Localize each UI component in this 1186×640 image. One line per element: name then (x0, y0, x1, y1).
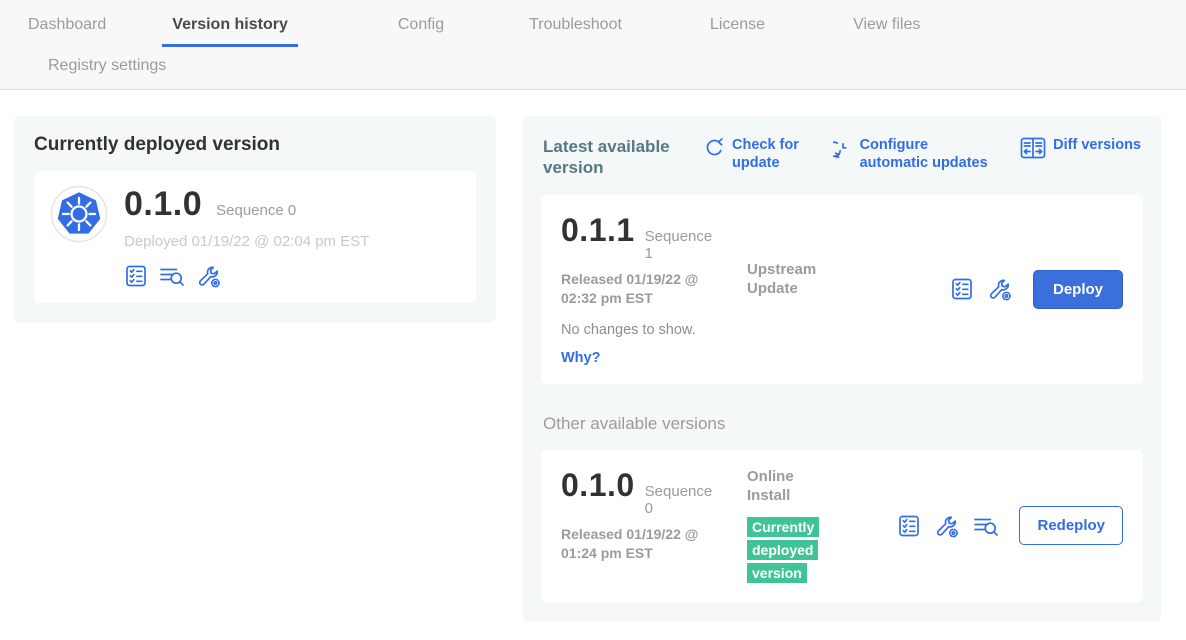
other-version-number: 0.1.0 (561, 467, 635, 504)
diff-icon (1020, 136, 1046, 164)
other-card-actions: Redeploy (897, 506, 1123, 545)
nav-row-1: Dashboard Version history Config Trouble… (0, 16, 1186, 47)
latest-version-number: 0.1.1 (561, 212, 635, 249)
upstream-update-label: Upstream Update (747, 260, 831, 299)
redeploy-button[interactable]: Redeploy (1019, 506, 1123, 545)
latest-version-card: 0.1.1 Sequence 1 Released 01/19/22 @ 02:… (541, 195, 1143, 384)
refresh-icon (705, 136, 725, 162)
online-install-label: Online Install (747, 467, 805, 506)
kubernetes-app-icon (50, 185, 108, 243)
latest-available-title: Latest available version (543, 136, 689, 179)
deployed-version-info: 0.1.0 Sequence 0 Deployed 01/19/22 @ 02:… (124, 185, 369, 289)
deploy-button[interactable]: Deploy (1033, 270, 1123, 309)
auto-update-clock-icon (833, 136, 853, 164)
preflight-checks-icon[interactable] (950, 277, 974, 301)
other-version-source: Online Install Currently deployed versio… (747, 467, 881, 585)
latest-released-timestamp: Released 01/19/22 @ 02:32 pm EST (561, 270, 733, 308)
deployed-version-card: 0.1.0 Sequence 0 Deployed 01/19/22 @ 02:… (34, 171, 476, 303)
config-icon[interactable] (934, 513, 960, 539)
tab-license[interactable]: License (710, 16, 765, 47)
tab-registry-settings[interactable]: Registry settings (48, 57, 1186, 89)
other-released-timestamp: Released 01/19/22 @ 01:24 pm EST (561, 525, 733, 563)
deploy-logs-icon[interactable] (973, 514, 999, 538)
check-for-update-label: Check for update (732, 136, 804, 172)
deploy-logs-icon[interactable] (159, 264, 185, 288)
preflight-checks-icon[interactable] (897, 514, 921, 538)
other-version-info: 0.1.0 Sequence 0 Released 01/19/22 @ 01:… (561, 467, 747, 563)
header-actions: Check for update Configure automatic upd… (689, 136, 1141, 172)
diff-versions-label: Diff versions (1053, 136, 1141, 154)
currently-deployed-panel: Currently deployed version (14, 116, 496, 323)
other-versions-title: Other available versions (541, 414, 1143, 434)
currently-deployed-badge-wrap: Currently deployed version (747, 516, 829, 585)
deployed-sequence-label: Sequence 0 (216, 202, 296, 219)
no-changes-text: No changes to show. (561, 322, 747, 338)
other-sequence-label: Sequence 0 (645, 483, 715, 518)
main-content: Currently deployed version (0, 90, 1186, 622)
available-versions-panel: Latest available version Check for updat… (523, 116, 1161, 622)
nav-row-2: Registry settings (0, 57, 1186, 89)
latest-version-header: Latest available version Check for updat… (541, 134, 1143, 179)
tab-config[interactable]: Config (398, 16, 444, 47)
deployed-version-number: 0.1.0 (124, 185, 202, 224)
config-icon[interactable] (987, 276, 1013, 302)
latest-sequence-label: Sequence 1 (645, 228, 715, 263)
tab-troubleshoot[interactable]: Troubleshoot (529, 16, 622, 47)
latest-card-actions: Deploy (950, 270, 1123, 309)
diff-versions-link[interactable]: Diff versions (1020, 136, 1141, 172)
config-icon[interactable] (196, 263, 222, 289)
check-for-update-link[interactable]: Check for update (705, 136, 804, 172)
latest-version-source: Upstream Update (747, 212, 881, 299)
latest-version-info: 0.1.1 Sequence 1 Released 01/19/22 @ 02:… (561, 212, 747, 367)
tab-version-history[interactable]: Version history (162, 16, 298, 47)
currently-deployed-title: Currently deployed version (34, 134, 476, 156)
preflight-checks-icon[interactable] (124, 264, 148, 288)
top-navigation: Dashboard Version history Config Trouble… (0, 0, 1186, 90)
why-link[interactable]: Why? (561, 350, 600, 366)
deployed-timestamp: Deployed 01/19/22 @ 02:04 pm EST (124, 233, 369, 250)
other-version-card: 0.1.0 Sequence 0 Released 01/19/22 @ 01:… (541, 450, 1143, 602)
configure-automatic-updates-link[interactable]: Configure automatic updates (833, 136, 992, 172)
configure-automatic-updates-label: Configure automatic updates (860, 136, 992, 172)
tab-view-files[interactable]: View files (853, 16, 920, 47)
tab-dashboard[interactable]: Dashboard (28, 16, 106, 47)
currently-deployed-badge: Currently deployed version (747, 517, 819, 583)
